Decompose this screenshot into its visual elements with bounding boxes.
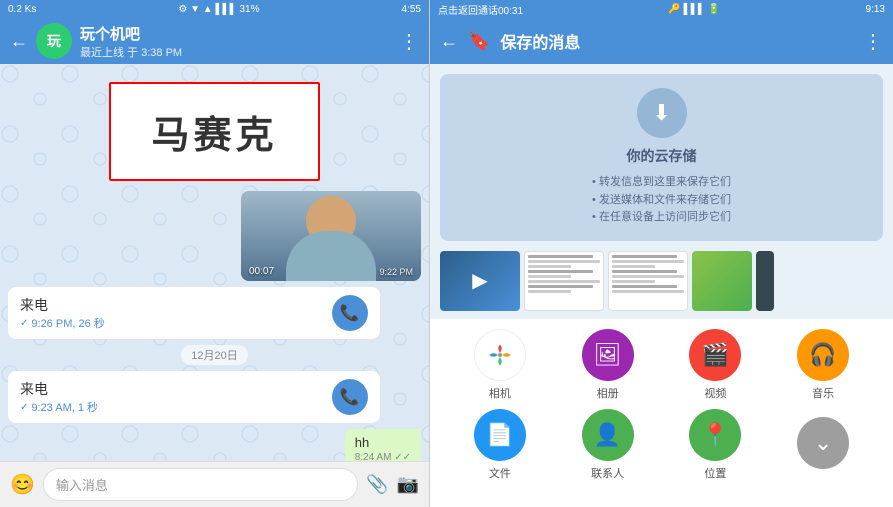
cloud-storage-card: ⬇ 你的云存储 • 转发信息到这里来保存它们 • 发送媒体和文件来存储它们 • … [440, 74, 883, 241]
cloud-description: • 转发信息到这里来保存它们 • 发送媒体和文件来存储它们 • 在任意设备上访问… [592, 174, 731, 227]
video-icon: 🎬 [689, 329, 741, 381]
app-camera[interactable]: 相机 [474, 329, 526, 401]
file-icon: 📄 [474, 409, 526, 461]
video-label: 视频 [704, 385, 726, 401]
saved-body: ⬇ 你的云存储 • 转发信息到这里来保存它们 • 发送媒体和文件来存储它们 • … [430, 64, 893, 507]
back-button[interactable]: ← [10, 31, 28, 52]
status-bar-left: 0.2 Ks ⚙ ▼ ▲ ▌▌▌ 31% 4:55 [0, 0, 429, 18]
cloud-title: 你的云存储 [627, 146, 697, 166]
app-row-2: 📄 文件 👤 联系人 📍 位置 [446, 409, 877, 481]
cloud-desc-line-2: • 发送媒体和文件来存储它们 [592, 192, 731, 210]
thumb-video[interactable]: ▶ [440, 251, 520, 311]
location-icon: 📍 [689, 409, 741, 461]
camera-button[interactable]: 📷 [397, 474, 419, 495]
app-music[interactable]: 🎧 音乐 [797, 329, 849, 401]
incoming-call-1: 来电 ✓ 9:26 PM, 26 秒 📞 [8, 287, 380, 339]
bubble-meta: 8:24 AM ✓✓ [355, 452, 411, 461]
chat-body: ▶ 00:09 9:22 PM 马赛克 00:07 9:22 PM [0, 64, 429, 461]
chat-avatar: 玩 [36, 23, 72, 59]
saved-header: ← 🔖 保存的消息 ⋮ [430, 18, 893, 64]
music-label: 音乐 [812, 385, 834, 401]
app-contact[interactable]: 👤 联系人 [582, 409, 634, 481]
attach-button[interactable]: 📎 [366, 474, 388, 495]
chat-more-button[interactable]: ⋮ [399, 29, 419, 54]
chat-header: ← 玩 玩个机吧 最近上线 于 3:38 PM ⋮ [0, 18, 429, 64]
time-left: 4:55 [402, 4, 421, 15]
thumb-narrow[interactable] [756, 251, 774, 311]
left-phone: 0.2 Ks ⚙ ▼ ▲ ▌▌▌ 31% 4:55 ← 玩 玩个机吧 最近上线 … [0, 0, 430, 507]
call-label-1: 来电 [20, 295, 105, 315]
app-grid: 相机 🖼 相册 🎬 视频 🎧 [430, 319, 893, 507]
camera-label: 相机 [489, 385, 511, 401]
incoming-call-2: 来电 ✓ 9:23 AM, 1 秒 📞 [8, 371, 380, 423]
file-label: 文件 [489, 465, 511, 481]
message-input[interactable]: 输入消息 [43, 468, 358, 501]
call-info-1: 来电 ✓ 9:26 PM, 26 秒 [20, 295, 105, 331]
app-gallery[interactable]: 🖼 相册 [582, 329, 634, 401]
bubble-text: hh [355, 435, 369, 450]
pinwheel-svg [486, 341, 514, 369]
gallery-label: 相册 [597, 385, 619, 401]
time-right: 9:13 [866, 4, 885, 15]
thumb-doc-1[interactable] [524, 251, 604, 311]
location-label: 位置 [704, 465, 726, 481]
call-label-2: 来电 [20, 379, 98, 399]
mosaic-redacted-box: 马赛克 [109, 82, 319, 181]
cloud-desc-line-1: • 转发信息到这里来保存它们 [592, 174, 731, 192]
call-detail-2: ✓ 9:23 AM, 1 秒 [20, 399, 98, 415]
emoji-button[interactable]: 😊 [10, 472, 35, 497]
music-icon: 🎧 [797, 329, 849, 381]
photo-timestamp: 9:22 PM [379, 267, 413, 277]
status-bar-right: 点击返回通话00:31 🔑 ▌▌▌ 🔋 9:13 [430, 0, 893, 18]
photo-image: 00:07 9:22 PM [241, 191, 421, 281]
app-more[interactable]: ⌄ [797, 417, 849, 473]
saved-more-button[interactable]: ⋮ [863, 29, 883, 54]
right-phone: 点击返回通话00:31 🔑 ▌▌▌ 🔋 9:13 ← 🔖 保存的消息 ⋮ ⬇ 你… [430, 0, 893, 507]
call-phone-icon-2[interactable]: 📞 [332, 379, 368, 415]
chat-info: 玩个机吧 最近上线 于 3:38 PM [80, 23, 391, 60]
bookmark-icon: 🔖 [468, 31, 490, 52]
status-icons-left: ⚙ ▼ ▲ ▌▌▌ 31% [178, 4, 259, 15]
chat-input-bar: 😊 输入消息 📎 📷 [0, 461, 429, 507]
call-return-text[interactable]: 点击返回通话00:31 [438, 2, 523, 17]
mosaic-text: 马赛克 [151, 115, 277, 157]
thumb-image[interactable] [692, 251, 752, 311]
date-divider: 12月20日 [181, 345, 247, 365]
more-icon: ⌄ [797, 417, 849, 469]
outgoing-bubble: hh 8:24 AM ✓✓ [345, 429, 421, 461]
call-detail-1: ✓ 9:26 PM, 26 秒 [20, 315, 105, 331]
saved-back-button[interactable]: ← [440, 31, 458, 52]
speed-text: 0.2 Ks [8, 4, 36, 15]
cloud-desc-line-3: • 在任意设备上访问同步它们 [592, 209, 731, 227]
app-location[interactable]: 📍 位置 [689, 409, 741, 481]
app-video[interactable]: 🎬 视频 [689, 329, 741, 401]
status-icons-right: 🔑 ▌▌▌ 🔋 [668, 4, 720, 15]
contact-label: 联系人 [591, 465, 624, 481]
gallery-icon: 🖼 [582, 329, 634, 381]
call-info-2: 来电 ✓ 9:23 AM, 1 秒 [20, 379, 98, 415]
photo-message[interactable]: 00:07 9:22 PM [241, 191, 421, 281]
thumb-doc-2[interactable] [608, 251, 688, 311]
app-row-1: 相机 🖼 相册 🎬 视频 🎧 [446, 329, 877, 401]
chat-name: 玩个机吧 [80, 23, 391, 44]
saved-title: 保存的消息 [500, 29, 853, 53]
chat-messages: ▶ 00:09 9:22 PM 马赛克 00:07 9:22 PM [0, 64, 429, 461]
photo-duration: 00:07 [249, 266, 274, 277]
cloud-icon: ⬇ [637, 88, 687, 138]
camera-icon [474, 329, 526, 381]
call-phone-icon-1[interactable]: 📞 [332, 295, 368, 331]
contact-icon: 👤 [582, 409, 634, 461]
chat-status: 最近上线 于 3:38 PM [80, 44, 391, 60]
app-file[interactable]: 📄 文件 [474, 409, 526, 481]
thumbnail-strip: ▶ [430, 251, 893, 319]
